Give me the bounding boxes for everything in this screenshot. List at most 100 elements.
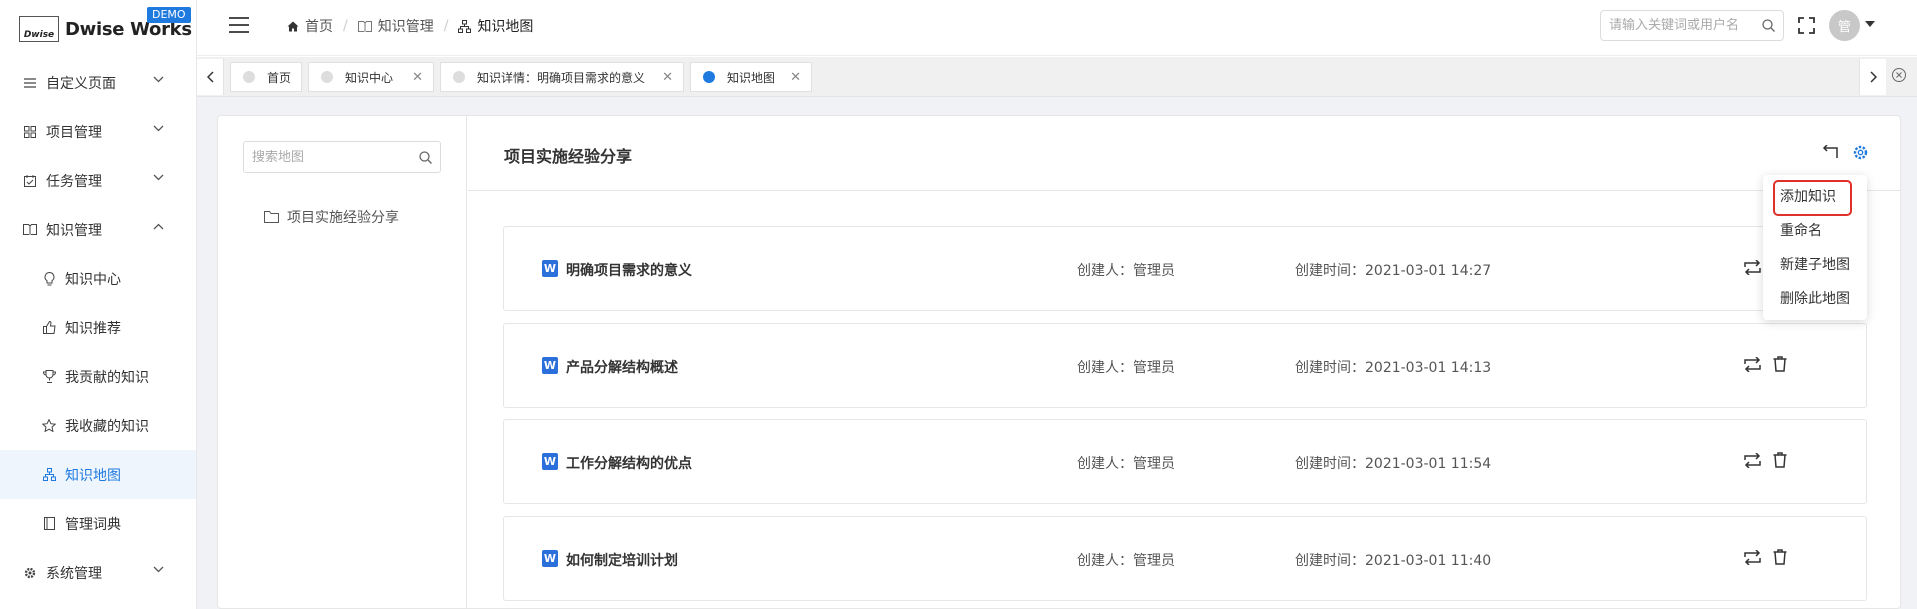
sidebar-item-dictionary[interactable]: 管理词典 [0, 499, 196, 548]
item-title[interactable]: 如何制定培训计划 [566, 550, 678, 570]
swap-icon[interactable] [1744, 550, 1761, 565]
list-icon [22, 75, 38, 91]
tab-dot [243, 71, 255, 83]
sidebar-item-label: 项目管理 [46, 124, 102, 141]
map-tree-pane: 项目实施经验分享 [218, 116, 467, 608]
breadcrumb-label: 知识地图 [477, 19, 534, 35]
grid-icon [22, 124, 38, 140]
sidebar-item-system[interactable]: 系统管理 [0, 548, 196, 597]
gear-icon[interactable] [1852, 144, 1869, 161]
knowledge-map-panel: 项目实施经验分享 项目实施经验分享 W 明确项目需求的意义 创建人：管理员 创建… [217, 115, 1901, 609]
item-creator: 创建人：管理员 [1077, 263, 1175, 279]
list-item[interactable]: W 如何制定培训计划 创建人：管理员 创建时间：2021-03-01 11:40 [503, 516, 1867, 601]
item-title[interactable]: 工作分解结构的优点 [566, 453, 692, 473]
list-item[interactable]: W 工作分解结构的优点 创建人：管理员 创建时间：2021-03-01 11:5… [503, 419, 1867, 504]
tree-node-root[interactable]: 项目实施经验分享 [264, 207, 399, 227]
menu-item-add-knowledge[interactable]: 添加知识 [1763, 179, 1867, 216]
chevron-right-icon [1869, 71, 1877, 83]
sidebar-item-tasks[interactable]: 任务管理 [0, 156, 196, 205]
item-title[interactable]: 明确项目需求的意义 [566, 260, 692, 280]
tab-label: 首页 [267, 70, 292, 85]
logo-mark: Dwise [19, 16, 59, 42]
list-item[interactable]: W 明确项目需求的意义 创建人：管理员 创建时间：2021-03-01 14:2… [503, 226, 1867, 311]
chevron-up-icon [153, 223, 164, 230]
tab-knowledge-map[interactable]: 知识地图 ✕ [690, 62, 812, 92]
word-doc-icon: W [542, 550, 558, 567]
map-search [243, 141, 441, 173]
word-doc-icon: W [542, 357, 558, 374]
sidebar-item-knowledge-map[interactable]: 知识地图 [0, 450, 196, 499]
tab-dot [453, 71, 465, 83]
dictionary-icon [41, 516, 57, 532]
tab-home[interactable]: 首页 [230, 62, 302, 92]
book-icon [357, 20, 372, 32]
map-actions-dropdown: 添加知识 重命名 新建子地图 删除此地图 [1763, 175, 1867, 320]
global-search [1600, 10, 1784, 41]
tab-knowledge-center[interactable]: 知识中心 ✕ [308, 62, 434, 92]
breadcrumb: 首页 / 知识管理 / 知识地图 [287, 16, 533, 36]
breadcrumb-knowledge[interactable]: 知识管理 [357, 16, 434, 36]
swap-icon[interactable] [1744, 453, 1761, 468]
item-title[interactable]: 产品分解结构概述 [566, 357, 678, 377]
tree-node-label: 项目实施经验分享 [287, 210, 399, 226]
sidebar-item-label: 任务管理 [46, 173, 102, 190]
map-search-input[interactable] [252, 149, 412, 165]
breadcrumb-label: 知识管理 [377, 19, 434, 35]
tab-dot [321, 71, 333, 83]
search-icon[interactable] [419, 151, 432, 164]
thumb-up-icon [41, 320, 57, 336]
tabs-scroll-left[interactable] [197, 59, 224, 95]
menu-item-rename[interactable]: 重命名 [1763, 213, 1867, 247]
sidebar-item-knowledge-center[interactable]: 知识中心 [0, 254, 196, 303]
trophy-icon [41, 369, 57, 385]
sidebar-item-my-favorites[interactable]: 我收藏的知识 [0, 401, 196, 450]
sidebar-item-label: 管理词典 [65, 516, 121, 533]
logo[interactable]: Dwise Dwise Works DEMO [0, 0, 196, 58]
search-icon[interactable] [1762, 19, 1775, 32]
tab-knowledge-detail[interactable]: 知识详情：明确项目需求的意义 ✕ [440, 62, 684, 92]
map-title: 项目实施经验分享 [504, 147, 633, 166]
trash-icon[interactable] [1773, 356, 1787, 372]
tab-label: 知识中心 [345, 70, 394, 85]
caret-down-icon[interactable] [1865, 21, 1875, 27]
search-input[interactable] [1609, 18, 1759, 33]
gear-icon [22, 565, 38, 581]
item-created-time: 创建时间：2021-03-01 11:54 [1295, 456, 1492, 472]
breadcrumb-label: 首页 [305, 19, 333, 35]
calendar-check-icon [22, 173, 38, 189]
tabs-scroll-right[interactable] [1859, 59, 1886, 95]
item-created-time: 创建时间：2021-03-01 11:40 [1295, 553, 1492, 569]
trash-icon[interactable] [1773, 549, 1787, 565]
sidebar-item-custom-pages[interactable]: 自定义页面 [0, 58, 196, 107]
menu-item-delete-map[interactable]: 删除此地图 [1763, 281, 1867, 315]
fullscreen-icon[interactable] [1798, 17, 1815, 34]
close-all-tabs-icon[interactable] [1891, 67, 1907, 83]
menu-item-new-submap[interactable]: 新建子地图 [1763, 247, 1867, 281]
sitemap-icon [41, 467, 57, 483]
swap-icon[interactable] [1744, 357, 1761, 372]
close-icon[interactable]: ✕ [662, 70, 673, 85]
back-icon[interactable] [1822, 145, 1838, 159]
chevron-down-icon [153, 566, 164, 573]
chevron-down-icon [153, 174, 164, 181]
swap-icon[interactable] [1744, 260, 1761, 275]
sidebar-item-projects[interactable]: 项目管理 [0, 107, 196, 156]
item-creator: 创建人：管理员 [1077, 553, 1175, 569]
list-item[interactable]: W 产品分解结构概述 创建人：管理员 创建时间：2021-03-01 14:13 [503, 323, 1867, 408]
sidebar-item-label: 我贡献的知识 [65, 369, 149, 386]
demo-badge: DEMO [147, 7, 191, 23]
trash-icon[interactable] [1773, 452, 1787, 468]
close-icon[interactable]: ✕ [412, 70, 423, 85]
chevron-left-icon [206, 71, 214, 83]
hamburger-icon[interactable] [228, 16, 250, 34]
sidebar-item-my-contributions[interactable]: 我贡献的知识 [0, 352, 196, 401]
item-created-time: 创建时间：2021-03-01 14:27 [1295, 263, 1492, 279]
close-icon[interactable]: ✕ [790, 70, 801, 85]
sidebar-item-knowledge-recommend[interactable]: 知识推荐 [0, 303, 196, 352]
breadcrumb-home[interactable]: 首页 [287, 16, 333, 36]
book-icon [22, 222, 38, 238]
map-content-pane: 项目实施经验分享 W 明确项目需求的意义 创建人：管理员 创建时间：2021-0… [468, 116, 1900, 608]
sidebar-item-label: 知识管理 [46, 222, 102, 239]
avatar[interactable]: 管 [1829, 10, 1860, 41]
sidebar-item-knowledge[interactable]: 知识管理 [0, 205, 196, 254]
